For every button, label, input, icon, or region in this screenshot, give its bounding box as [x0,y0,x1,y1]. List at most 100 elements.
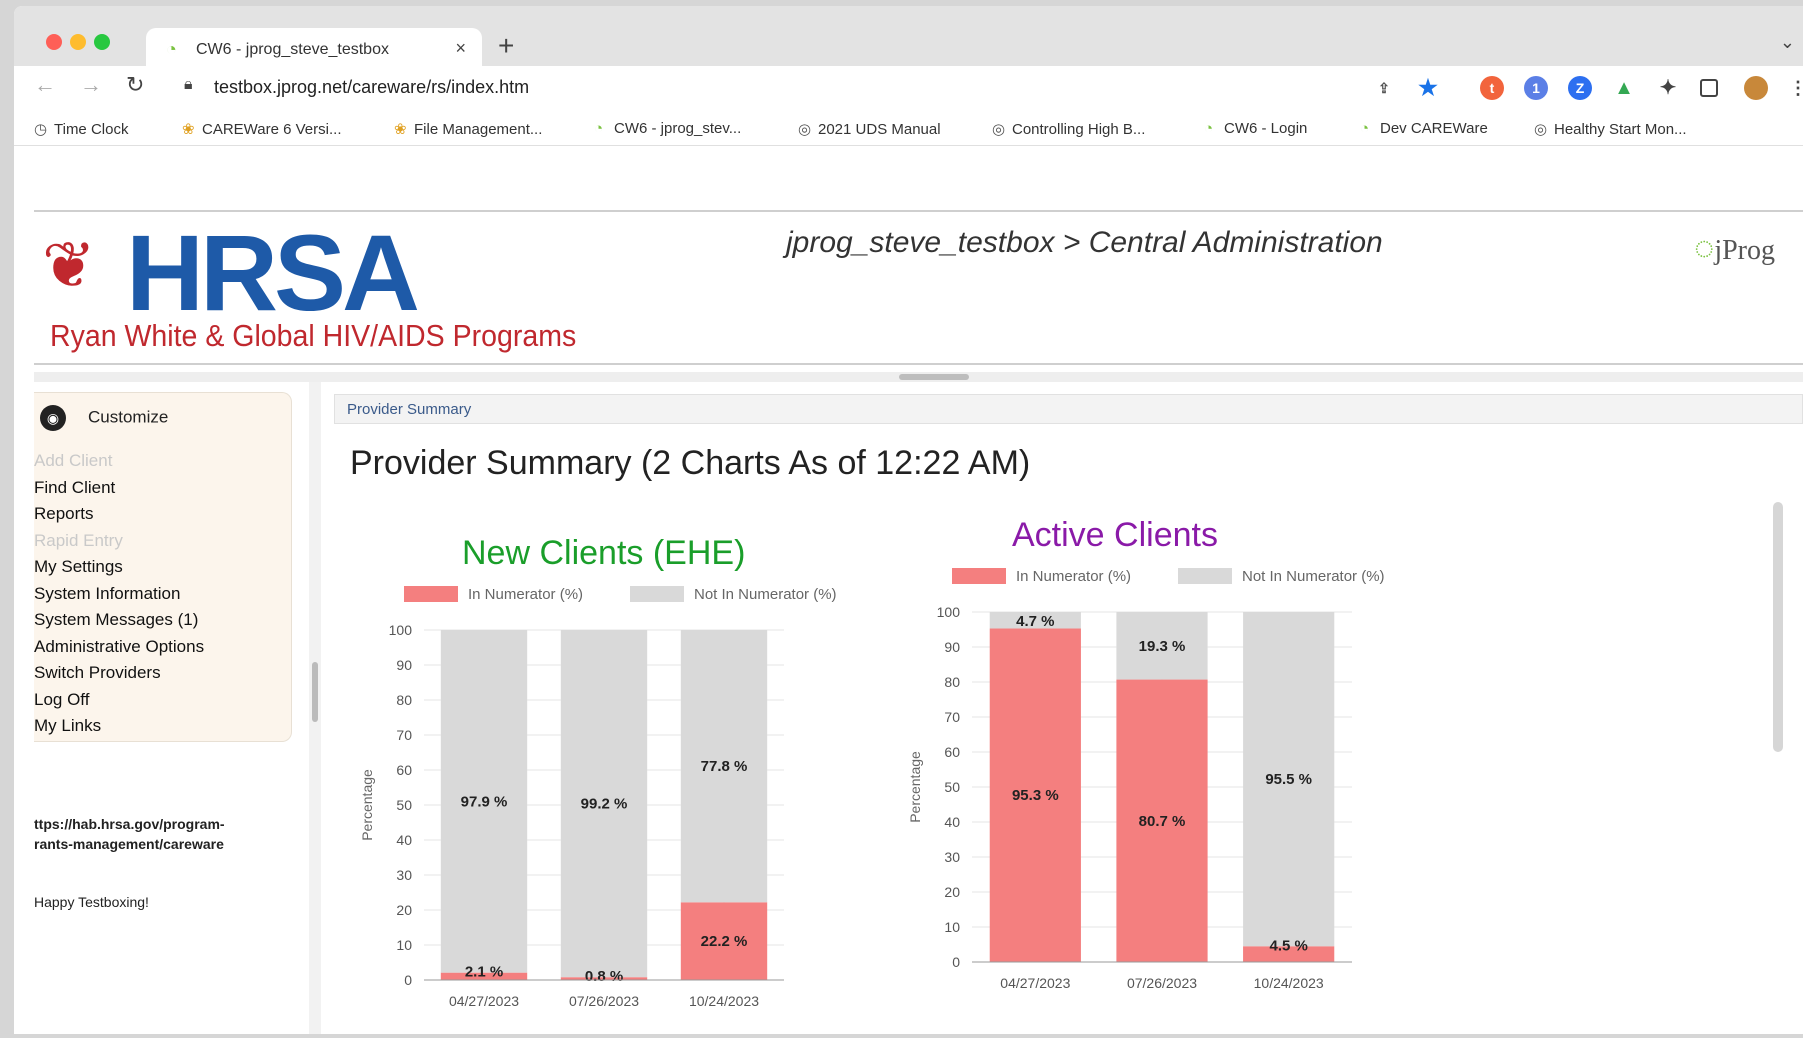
logo-subtitle: Ryan White & Global HIV/AIDS Programs [50,318,577,353]
password-manager-icon[interactable]: 1 [1524,76,1548,100]
browser-window: ◔ CW6 - jprog_steve_testbox × + ⌄ ← → ↻ … [14,6,1803,1034]
data-label-in-numerator: 22.2 % [701,933,748,950]
clock-icon: ◷ [34,121,48,138]
legend-swatch-not-in-numerator [1178,568,1232,584]
y-axis-label: Percentage [907,751,923,823]
logo-wordmark: HRSA [126,212,420,333]
bookmark-item[interactable]: ◔ CW6 - jprog_stev... [594,120,741,137]
puzzle-icon[interactable]: ✦ [1656,76,1680,100]
data-label-in-numerator: 4.5 % [1269,937,1307,954]
address-bar[interactable]: 🔒︎ testbox.jprog.net/careware/rs/index.h… [174,70,1324,104]
y-tick-label: 0 [404,972,412,988]
tab-title: CW6 - jprog_steve_testbox [196,41,389,58]
x-tick-label: 07/26/2023 [569,993,639,1009]
y-axis-label: Percentage [359,769,375,841]
browser-toolbar: ← → ↻ 🔒︎ testbox.jprog.net/careware/rs/i… [14,66,1803,108]
sidebar-item-switch-providers[interactable]: Switch Providers [34,663,161,683]
y-tick-label: 70 [396,727,412,743]
web-page: ❦ HRSA Ryan White & Global HIV/AIDS Prog… [34,174,1803,1034]
y-tick-label: 60 [944,744,960,760]
page-header: ❦ HRSA Ryan White & Global HIV/AIDS Prog… [34,210,1803,365]
globe-icon: ◎ [798,121,812,138]
chevron-down-icon[interactable]: ⌄ [1780,32,1795,53]
bookmark-item[interactable]: ❀ File Management... [394,120,542,138]
sidebar-item-my-settings[interactable]: My Settings [34,557,123,577]
sidebar-item-find-client[interactable]: Find Client [34,478,115,498]
new-tab-button[interactable]: + [498,30,514,62]
hrsa-logo: ❦ HRSA Ryan White & Global HIV/AIDS Prog… [42,218,582,358]
y-tick-label: 30 [396,867,412,883]
maximize-window-button[interactable] [94,34,110,50]
data-label-not-in-numerator: 19.3 % [1139,638,1186,655]
y-tick-label: 0 [952,954,960,970]
y-tick-label: 40 [944,814,960,830]
bookmark-item[interactable]: ❀ CAREWare 6 Versi... [182,120,341,138]
extension-icon[interactable]: t [1480,76,1504,100]
url-text[interactable]: testbox.jprog.net/careware/rs/index.htm [214,77,529,98]
forward-button[interactable]: → [80,72,102,98]
tab-provider-summary-label: Provider Summary [347,401,472,418]
y-tick-label: 20 [944,884,960,900]
bookmark-item[interactable]: ◔ Dev CAREWare [1360,120,1488,137]
menu-panel: ◉ Customize Add Client Find Client Reports R… [34,392,292,742]
careware-link-line1[interactable]: ttps://hab.hrsa.gov/program- [34,814,225,834]
bookmark-label: Time Clock [54,121,129,138]
splitter-grip[interactable] [899,374,969,380]
minimize-window-button[interactable] [70,34,86,50]
sidebar-item-system-messages-1[interactable]: System Messages (1) [34,610,198,630]
sidebar-item-system-information[interactable]: System Information [34,584,180,604]
sidebar-item-rapid-entry: Rapid Entry [34,530,123,550]
x-tick-label: 07/26/2023 [1127,975,1197,991]
y-tick-label: 10 [944,919,960,935]
x-tick-label: 10/24/2023 [689,993,759,1009]
avatar[interactable] [1744,76,1768,100]
header-splitter[interactable] [34,372,1803,382]
careware-link[interactable]: ttps://hab.hrsa.gov/program- rants-manag… [34,814,225,854]
legend-label-not-in-numerator: Not In Numerator (%) [694,586,837,603]
gear-icon: ◉ [40,405,66,431]
close-tab-button[interactable]: × [455,38,466,59]
y-tick-label: 70 [944,709,960,725]
bookmark-item[interactable]: ◎ Healthy Start Mon... [1534,120,1687,138]
kebab-menu-icon[interactable]: ⋮ [1786,76,1803,100]
y-tick-label: 60 [396,762,412,778]
cw-icon: ◔ [166,39,177,59]
share-icon[interactable]: ⇪ [1372,76,1396,100]
jprog-logo: ◌jProg [1694,230,1775,268]
y-tick-label: 90 [944,639,960,655]
page-title: Provider Summary (2 Charts As of 12:22 A… [350,444,1031,482]
bookmark-star-icon[interactable]: ★ [1416,76,1440,100]
bookmark-item[interactable]: ◷ Time Clock [34,120,128,138]
bookmark-item[interactable]: ◔ CW6 - Login [1204,120,1307,137]
tab-provider-summary[interactable]: Provider Summary [334,394,1803,424]
careware-link-line2[interactable]: rants-management/careware [34,834,225,854]
legend-swatch-in-numerator [404,586,458,602]
y-tick-label: 30 [944,849,960,865]
y-tick-label: 90 [396,657,412,673]
y-tick-label: 50 [944,779,960,795]
sidebar-item-my-links[interactable]: My Links [34,716,101,736]
browser-tab[interactable]: ◔ CW6 - jprog_steve_testbox × [146,28,482,70]
sidebar-scrollbar[interactable] [309,382,321,1034]
sidebar-scrollbar-thumb[interactable] [312,662,318,722]
new-clients-chart-title: New Clients (EHE) [462,534,746,572]
bookmark-label: CW6 - Login [1224,120,1308,137]
customize-button[interactable]: ◉ Customize [40,405,168,431]
y-tick-label: 100 [389,622,413,638]
close-window-button[interactable] [46,34,62,50]
sidebar-item-log-off[interactable]: Log Off [34,690,89,710]
sidebar: ◉ Customize Add Client Find Client Reports R… [34,382,309,1034]
data-label-in-numerator: 0.8 % [585,968,623,985]
legend-swatch-not-in-numerator [630,586,684,602]
drive-icon[interactable]: ▲ [1612,76,1636,100]
sidebar-item-reports[interactable]: Reports [34,504,94,524]
main-scrollbar[interactable] [1773,502,1783,752]
bookmark-item[interactable]: ◎ Controlling High B... [992,120,1145,138]
sidebar-item-administrative-options[interactable]: Administrative Options [34,637,204,657]
back-button[interactable]: ← [34,72,56,98]
bookmarks-bar: ◷ Time Clock ❀ CAREWare 6 Versi... ❀ File Man… [14,108,1803,146]
reload-button[interactable]: ↻ [126,72,144,98]
bookmark-item[interactable]: ◎ 2021 UDS Manual [798,120,941,138]
side-panel-icon[interactable] [1700,79,1718,97]
zoom-extension-icon[interactable]: Z [1568,76,1592,100]
